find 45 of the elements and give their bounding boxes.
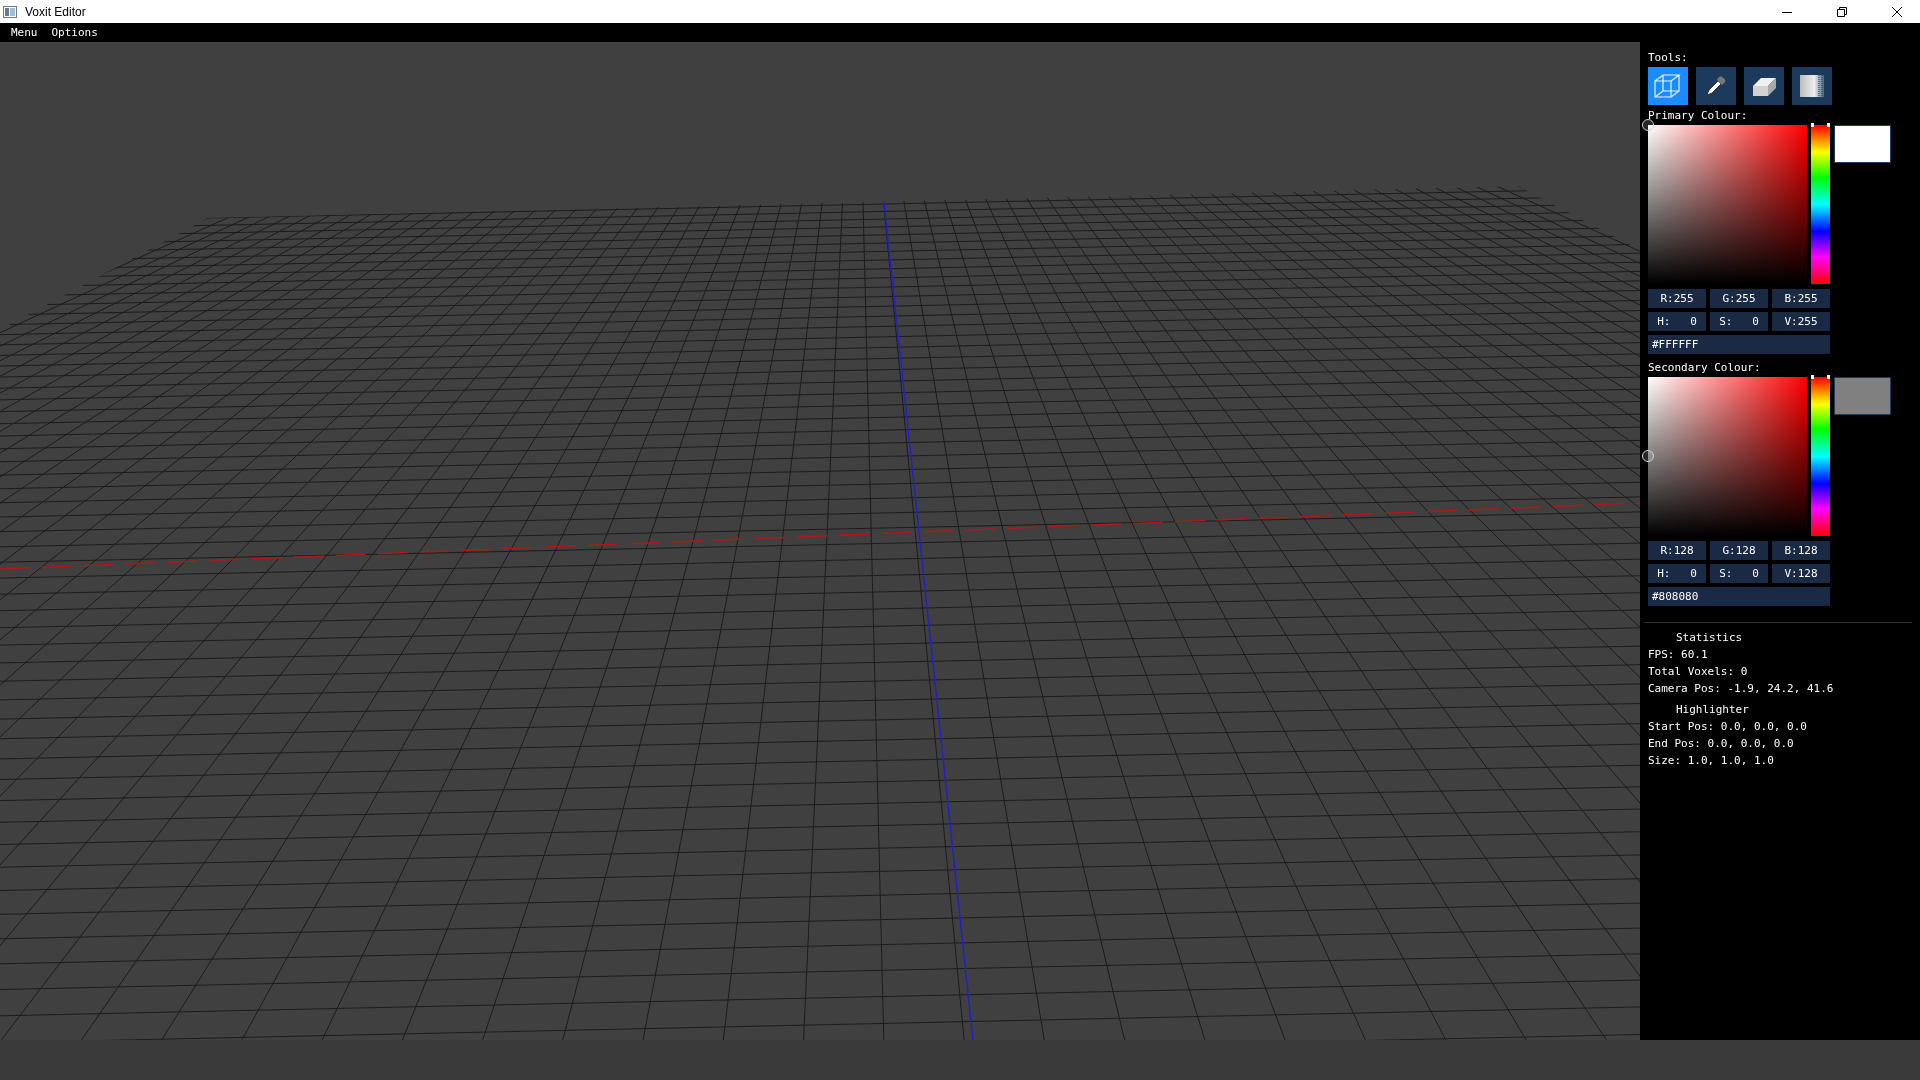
hsv-field[interactable]: H: 0 — [1648, 312, 1706, 331]
picker-cursor[interactable] — [1642, 450, 1654, 463]
gradient-tool-button[interactable] — [1792, 67, 1832, 105]
app-icon — [3, 5, 17, 18]
eyedropper-tool-button[interactable] — [1696, 67, 1736, 105]
hsv-field[interactable]: S: 0 — [1710, 564, 1768, 583]
stat-line: Total Voxels: 0 — [1648, 664, 1749, 680]
stat-line: End Pos: 0.0, 0.0, 0.0 — [1648, 736, 1795, 752]
rgb-field[interactable]: R:255 — [1648, 289, 1706, 308]
hsv-field[interactable]: H: 0 — [1648, 564, 1706, 583]
hsv-field[interactable]: S: 0 — [1710, 312, 1768, 331]
picker-cursor[interactable] — [1642, 119, 1654, 131]
stat-line: Size: 1.0, 1.0, 1.0 — [1648, 753, 1775, 769]
hsv-field[interactable]: V:128 — [1772, 564, 1830, 583]
menu-item[interactable]: Menu — [4, 23, 45, 42]
close-icon[interactable] — [1892, 6, 1902, 17]
eraser-tool-button[interactable] — [1744, 67, 1784, 105]
hue-marker[interactable] — [1811, 375, 1830, 379]
hsv-field[interactable]: V:255 — [1772, 312, 1830, 331]
section-heading: Highlighter — [1675, 702, 1750, 718]
eyedropper-icon — [1704, 74, 1728, 98]
tools-label: Tools: — [1648, 50, 1689, 65]
stat-line: FPS: 60.1 — [1648, 647, 1709, 663]
rgb-field[interactable]: B:255 — [1772, 289, 1830, 308]
stat-line: Start Pos: 0.0, 0.0, 0.0 — [1648, 719, 1808, 735]
hex-field[interactable]: #808080 — [1648, 587, 1830, 606]
menu-item[interactable]: Options — [44, 23, 105, 42]
section-heading: Statistics — [1675, 630, 1744, 646]
restore-icon[interactable] — [1837, 6, 1847, 17]
eraser-icon — [1751, 76, 1777, 96]
gradient-icon — [1799, 74, 1825, 98]
colour-label: Primary Colour: — [1648, 108, 1749, 123]
rgb-field[interactable]: B:128 — [1772, 541, 1830, 560]
rgb-field[interactable]: G:255 — [1710, 289, 1768, 308]
hue-slider[interactable] — [1811, 125, 1830, 284]
cube-icon — [1653, 73, 1683, 99]
stat-line: Camera Pos: -1.9, 24.2, 41.6 — [1648, 681, 1835, 697]
colour-label: Secondary Colour: — [1648, 360, 1762, 375]
rgb-field[interactable]: R:128 — [1648, 541, 1706, 560]
cube-tool-button[interactable] — [1648, 67, 1688, 105]
rgb-field[interactable]: G:128 — [1710, 541, 1768, 560]
hex-field[interactable]: #FFFFFF — [1648, 335, 1830, 354]
window-title: Voxit Editor — [25, 4, 86, 19]
hue-slider[interactable] — [1811, 377, 1830, 536]
hue-marker[interactable] — [1811, 123, 1830, 127]
